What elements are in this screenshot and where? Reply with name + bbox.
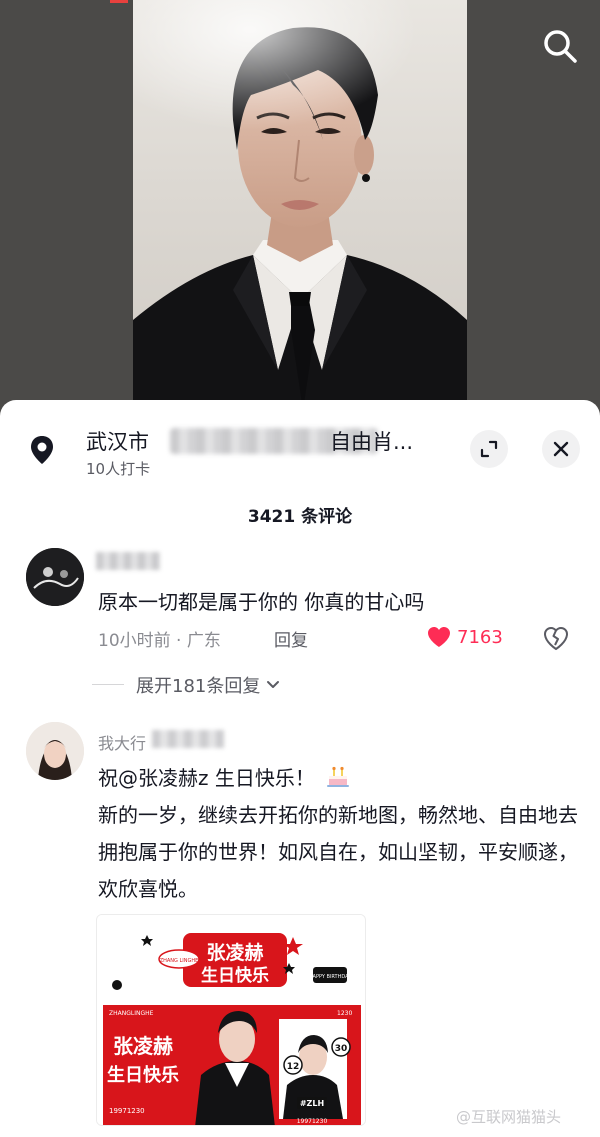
- video-player[interactable]: [0, 0, 600, 420]
- video-frame: [133, 0, 467, 420]
- heart-icon: [428, 627, 450, 647]
- poster-big-title-1: 张凌赫: [113, 1034, 173, 1058]
- portrait-image: [133, 0, 467, 420]
- like-count: 7163: [457, 626, 503, 648]
- chevron-down-icon: [267, 681, 280, 688]
- close-icon: [553, 441, 569, 457]
- poster-title-top-2: 生日快乐: [201, 965, 269, 986]
- poster-badge: ZHANG LINGHE: [160, 958, 199, 964]
- location-header[interactable]: 武汉市 自由肖... 10人打卡: [0, 422, 600, 482]
- birthday-poster: 张凌赫 生日快乐 ZHANG LINGHE HAPPY BIRTHDAY ZHA…: [97, 915, 365, 1125]
- close-button[interactable]: [542, 430, 580, 468]
- comment-author-redacted: [152, 730, 224, 748]
- cake-icon: [327, 766, 350, 787]
- comment-first-line: 祝@张凌赫z 生日快乐！: [98, 760, 584, 797]
- comment-body: 新的一岁，继续去开拓你的新地图，畅然地、自由地去拥抱属于你的世界！如风自在，如山…: [98, 803, 578, 901]
- location-checkins: 10人打卡: [86, 460, 151, 478]
- comment-image[interactable]: 张凌赫 生日快乐 ZHANG LINGHE HAPPY BIRTHDAY ZHA…: [96, 914, 366, 1126]
- comment-author[interactable]: 我大行: [98, 730, 146, 754]
- expand-button[interactable]: [470, 430, 508, 468]
- poster-happy-birthday: HAPPY BIRTHDAY: [309, 974, 352, 980]
- broken-heart-icon[interactable]: [542, 624, 570, 652]
- expand-replies-label: 展开181条回复: [136, 676, 261, 697]
- search-button[interactable]: [540, 26, 580, 66]
- comment-count: 3421 条评论: [247, 507, 353, 527]
- poster-date: 19971230: [109, 1107, 145, 1115]
- poster-date-2: 19971230: [297, 1118, 328, 1125]
- poster-number-12: 12: [287, 1062, 300, 1072]
- avatar-image: [26, 548, 84, 606]
- comment-text: 祝@张凌赫z 生日快乐！ 新的一岁，继续去开拓你的新地图，畅然地、自由地去拥抱属…: [98, 760, 584, 908]
- poster-code: 1230: [337, 1010, 352, 1017]
- avatar[interactable]: [26, 722, 84, 780]
- poster-name-latin: ZHANGLINGHE: [109, 1010, 154, 1017]
- avatar-image: [26, 722, 84, 780]
- progress-indicator: [110, 0, 128, 3]
- location-pin-icon: [31, 436, 53, 464]
- avatar[interactable]: [26, 548, 84, 606]
- location-title-prefix: 武汉市: [86, 430, 149, 454]
- search-icon: [544, 30, 577, 63]
- watermark: @互联网猫猫头: [456, 1108, 562, 1126]
- divider: [92, 684, 124, 685]
- comment-sheet: 武汉市 自由肖... 10人打卡 3421 条评论 原本一切都是属于你的 你真的…: [0, 400, 600, 1137]
- expand-icon: [480, 440, 498, 458]
- like-button[interactable]: 7163: [426, 624, 503, 650]
- comment-meta: 10小时前 · 广东: [98, 631, 221, 651]
- comment-text: 原本一切都是属于你的 你真的甘心吗: [98, 590, 425, 614]
- comment-author-redacted: [96, 552, 160, 570]
- mention-link[interactable]: @张凌赫z: [118, 766, 209, 790]
- location-title-suffix: 自由肖...: [330, 430, 414, 454]
- reply-button[interactable]: 回复: [274, 626, 308, 651]
- poster-title-top-1: 张凌赫: [206, 941, 263, 964]
- poster-big-title-2: 生日快乐: [107, 1064, 179, 1086]
- comment-prefix: 祝: [98, 766, 118, 790]
- poster-tag: #ZLH: [300, 1099, 324, 1108]
- comment-greeting: 生日快乐！: [208, 766, 315, 790]
- expand-replies-button[interactable]: 展开181条回复: [136, 672, 282, 698]
- poster-number-30: 30: [335, 1044, 348, 1054]
